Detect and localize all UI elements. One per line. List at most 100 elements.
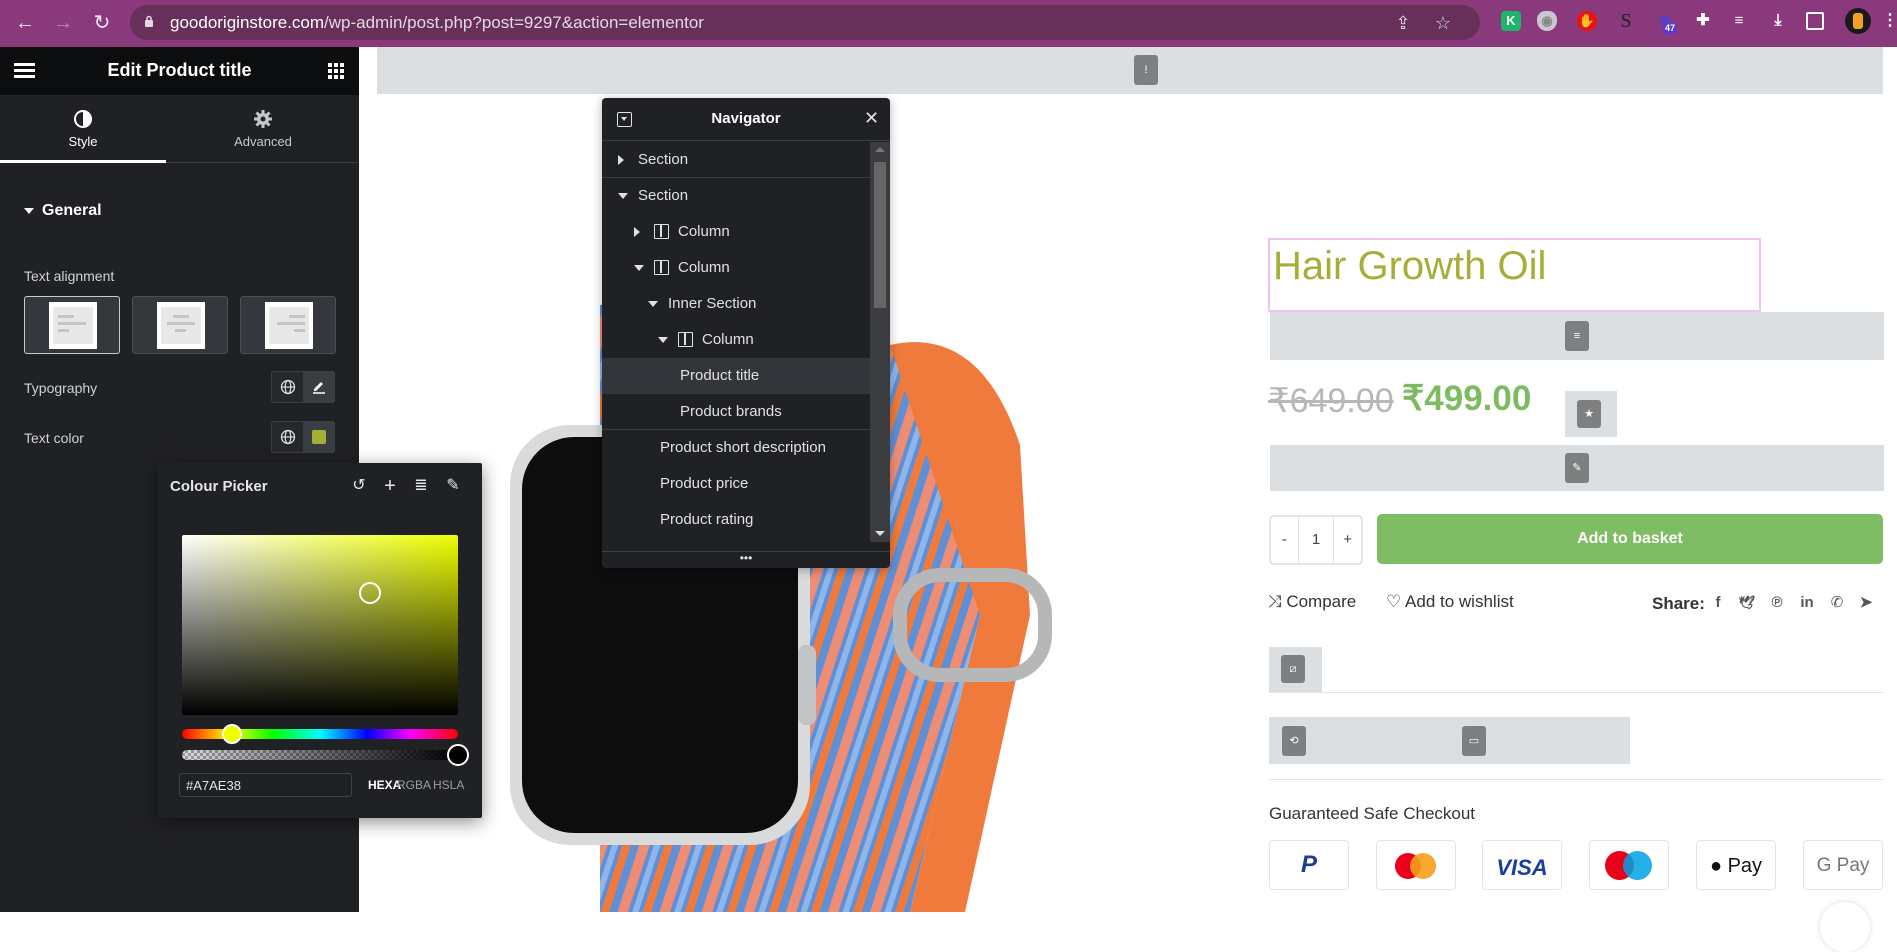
align-center-button[interactable] xyxy=(132,296,228,354)
navigator-item[interactable]: Product title xyxy=(602,358,870,394)
whatsapp-icon[interactable]: ✆ xyxy=(1828,594,1846,612)
add-to-wishlist-button[interactable]: ♡ Add to wishlist xyxy=(1386,592,1514,612)
product-rating-placeholder[interactable]: ★ xyxy=(1565,391,1617,437)
product-brands-icon: ≡ xyxy=(1565,321,1589,351)
global-color-button[interactable] xyxy=(272,422,303,452)
navigator-resize-handle[interactable]: ••• xyxy=(602,551,890,568)
product-short-description-placeholder[interactable]: ✎ xyxy=(1270,445,1884,491)
shield-extension-icon[interactable]: ◉ xyxy=(1537,11,1557,31)
back-icon[interactable]: ← xyxy=(12,10,38,36)
section-general-toggle[interactable]: General xyxy=(24,202,102,220)
tab-advanced[interactable]: Advanced xyxy=(180,95,346,163)
text-alignment-label: Text alignment xyxy=(24,268,115,284)
caret-down-icon[interactable] xyxy=(658,337,668,343)
reset-icon[interactable]: ↺ xyxy=(348,475,370,497)
navigator-item-label: Product rating xyxy=(660,511,754,528)
size-guide-placeholder[interactable]: ⧄ xyxy=(1269,647,1322,692)
caret-right-icon[interactable] xyxy=(618,155,624,165)
compare-button[interactable]: ⤨ Compare xyxy=(1268,592,1356,612)
qty-plus-button[interactable]: + xyxy=(1334,517,1361,563)
qty-minus-button[interactable]: - xyxy=(1271,517,1298,563)
telegram-icon[interactable]: ➤ xyxy=(1857,594,1875,612)
facebook-icon[interactable]: f xyxy=(1709,594,1727,612)
caret-down-icon[interactable] xyxy=(634,265,644,271)
menu-dots-icon[interactable]: ⋮ xyxy=(1880,11,1897,31)
format-rgba[interactable]: RGBA xyxy=(397,778,431,792)
scroll-to-top-button[interactable] xyxy=(1820,902,1870,952)
extension-47-icon[interactable]: ◆ 47 xyxy=(1655,11,1678,34)
pinterest-icon[interactable]: ℗ xyxy=(1768,594,1786,612)
s-extension-icon[interactable]: S xyxy=(1616,11,1636,31)
lock-icon[interactable] xyxy=(144,15,154,27)
cart-notice-icon: ! xyxy=(1134,55,1158,85)
media-queue-icon[interactable]: ≡ xyxy=(1729,11,1749,31)
bookmark-star-icon[interactable]: ☆ xyxy=(1433,13,1453,33)
add-icon[interactable]: + xyxy=(379,475,401,497)
url-text[interactable]: goodoriginstore.com/wp-admin/post.php?po… xyxy=(170,13,704,33)
add-to-basket-button[interactable]: Add to basket xyxy=(1377,514,1883,564)
adblock-extension-icon[interactable]: ✋ xyxy=(1577,11,1597,31)
scroll-up-icon[interactable] xyxy=(875,147,885,152)
align-left-button[interactable] xyxy=(24,296,120,354)
navigator-item[interactable]: Section xyxy=(602,142,870,178)
alpha-handle[interactable] xyxy=(447,744,469,766)
side-panel-icon[interactable] xyxy=(1806,12,1824,30)
puzzle-extensions-icon[interactable]: ✚ xyxy=(1693,11,1713,31)
navigator-item-label: Product price xyxy=(660,475,749,492)
meta-placeholder[interactable]: ⟲ ▭ xyxy=(1269,717,1630,764)
linkedin-icon[interactable]: in xyxy=(1798,594,1816,612)
k-extension-icon[interactable]: K xyxy=(1501,11,1521,31)
profile-avatar[interactable] xyxy=(1845,8,1871,34)
color-swatch-button[interactable] xyxy=(303,422,334,452)
checkout-heading: Guaranteed Safe Checkout xyxy=(1269,804,1476,823)
format-hsla[interactable]: HSLA xyxy=(433,778,464,792)
caret-down-icon[interactable] xyxy=(618,193,628,199)
column-icon xyxy=(654,260,669,275)
twitter-icon[interactable]: 🕊 xyxy=(1738,594,1756,612)
hue-slider[interactable] xyxy=(182,724,458,744)
edit-typography-button[interactable] xyxy=(303,372,334,402)
navigator-item[interactable]: Column xyxy=(602,214,870,250)
caret-right-icon[interactable] xyxy=(634,227,640,237)
ruler-icon: ⧄ xyxy=(1281,655,1305,683)
share-icon[interactable]: ⇪ xyxy=(1393,13,1413,33)
navigator-item[interactable]: Inner Section xyxy=(602,286,870,322)
address-bar[interactable]: goodoriginstore.com/wp-admin/post.php?po… xyxy=(130,5,1480,40)
navigator-header[interactable]: Navigator ✕ xyxy=(602,98,890,141)
close-icon[interactable]: ✕ xyxy=(864,108,879,129)
scrollbar-thumb[interactable] xyxy=(874,162,886,308)
align-right-button[interactable] xyxy=(240,296,336,354)
saturation-value-area[interactable] xyxy=(182,535,458,715)
saturation-handle[interactable] xyxy=(358,581,381,604)
product-brands-placeholder[interactable]: ≡ xyxy=(1270,312,1884,360)
navigator-item[interactable]: Product price xyxy=(602,466,870,502)
navigator-item[interactable]: Section xyxy=(602,178,870,214)
reload-icon[interactable]: ↻ xyxy=(89,10,115,36)
alpha-slider[interactable] xyxy=(182,744,469,766)
download-icon[interactable]: ⤓ xyxy=(1768,11,1788,31)
tab-style[interactable]: Style xyxy=(0,95,166,163)
scroll-down-icon[interactable] xyxy=(875,531,885,536)
product-title-widget[interactable]: Hair Growth Oil xyxy=(1268,238,1761,312)
navigator-item[interactable]: Column xyxy=(602,250,870,286)
global-typography-button[interactable] xyxy=(272,372,303,402)
paypal-badge: P xyxy=(1269,840,1349,890)
share-label: Share: xyxy=(1652,594,1705,613)
qty-input[interactable]: 1 xyxy=(1297,517,1335,563)
navigator-panel: Navigator ✕ Section Section Column Column In… xyxy=(602,98,890,568)
caret-down-icon[interactable] xyxy=(648,301,658,307)
panel-tabs: Style Advanced xyxy=(0,95,359,163)
navigator-item[interactable]: Product short description xyxy=(602,430,870,466)
product-title[interactable]: Hair Growth Oil xyxy=(1273,244,1546,289)
database-icon[interactable]: ≣ xyxy=(410,475,432,497)
hue-handle[interactable] xyxy=(221,724,242,744)
hex-input[interactable] xyxy=(179,773,352,797)
widgets-grid-icon[interactable] xyxy=(328,63,344,79)
eyedropper-icon[interactable]: ✎ xyxy=(442,475,464,497)
widget-placeholder-top[interactable]: ! xyxy=(377,47,1883,94)
navigator-scrollbar[interactable] xyxy=(870,142,890,542)
navigator-item[interactable]: Product rating xyxy=(602,502,870,538)
navigator-item[interactable]: Product brands xyxy=(602,394,870,430)
forward-icon[interactable]: → xyxy=(50,10,76,36)
navigator-item[interactable]: Column xyxy=(602,322,870,358)
